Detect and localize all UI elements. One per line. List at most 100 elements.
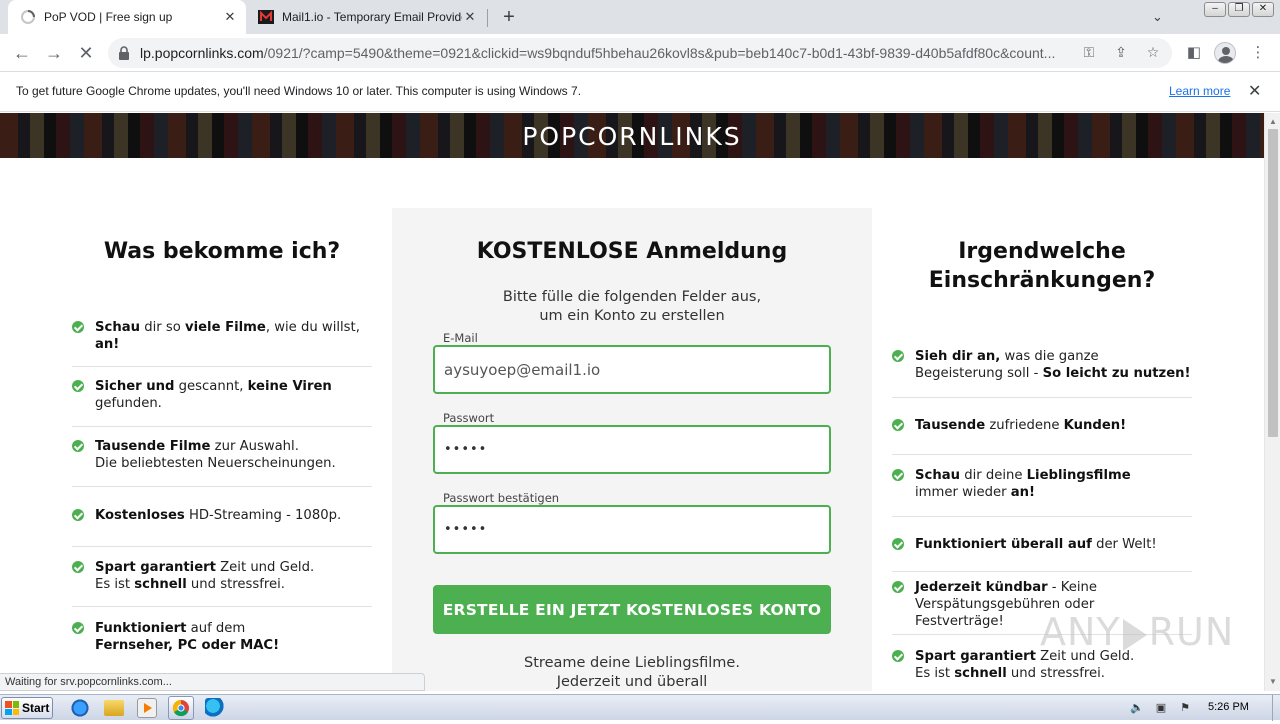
email-label: E-Mail — [443, 331, 478, 345]
tab-close-icon[interactable]: ✕ — [222, 9, 238, 25]
url-text: lp.popcornlinks.com/0921/?camp=5490&them… — [140, 45, 1056, 61]
page-viewport: POPCORNLINKS Was bekomme ich? Schau dir … — [0, 113, 1264, 691]
tab-separator — [487, 9, 488, 27]
check-circle-icon — [72, 509, 84, 521]
windows-taskbar: Start 🔈 ▣ ⚑ 5:26 PM — [0, 694, 1280, 721]
tab-title: Mail1.io - Temporary Email Provider — [282, 10, 462, 24]
browser-toolbar: ← → ✕ lp.popcornlinks.com/0921/?camp=549… — [0, 34, 1280, 72]
feature-text: Kostenloses HD-Streaming - 1080p. — [95, 508, 342, 523]
signup-form: KOSTENLOSE Anmeldung Bitte fülle die fol… — [392, 208, 872, 691]
left-column-title: Was bekomme ich? — [103, 239, 341, 264]
page-scrollbar[interactable]: ▲ ▼ — [1264, 113, 1280, 691]
signup-footer: Streame deine Lieblingsfilme. Jederzeit u… — [524, 655, 740, 690]
signup-title: KOSTENLOSE Anmeldung — [476, 239, 788, 264]
forward-icon[interactable]: → — [43, 42, 65, 64]
feature-item: Tausende zufriedene Kunden! — [892, 417, 1192, 455]
anyrun-watermark: ANY RUN — [1040, 610, 1235, 654]
check-circle-icon — [72, 321, 84, 333]
check-circle-icon — [72, 561, 84, 573]
chrome-taskbar-button[interactable] — [168, 696, 194, 720]
feature-item: Funktioniert überall auf der Welt! — [892, 536, 1192, 572]
window-controls: – ❐ ✕ — [1204, 2, 1274, 17]
scroll-thumb[interactable] — [1268, 129, 1278, 437]
feature-item: Spart garantiert Zeit und Geld. Es ist sc… — [72, 559, 372, 607]
feature-text: Sicher und gescannt, keine Viren gefunden… — [95, 379, 332, 411]
tab-popvod[interactable]: PoP VOD | Free sign up ✕ — [8, 0, 246, 34]
profile-avatar-icon[interactable] — [1214, 42, 1236, 64]
check-circle-icon — [892, 469, 904, 481]
scroll-down-icon[interactable]: ▼ — [1269, 677, 1277, 686]
confirm-password-field[interactable]: ••••• — [433, 505, 831, 554]
system-tray: 🔈 ▣ ⚑ 5:26 PM — [1122, 695, 1280, 721]
check-circle-icon — [72, 380, 84, 392]
feature-text: Tausende Filme zur Auswahl. Die beliebtes… — [95, 439, 336, 471]
feature-item: Kostenloses HD-Streaming - 1080p. — [72, 507, 372, 547]
right-column-title: Irgendwelche Einschränkungen? — [928, 239, 1156, 293]
key-icon[interactable]: ⚿ — [1080, 44, 1098, 62]
loading-spinner-icon — [21, 10, 35, 24]
scroll-up-icon[interactable]: ▲ — [1269, 117, 1277, 126]
tab-search-chevron-icon[interactable]: ⌄ — [1152, 9, 1163, 25]
side-panel-icon[interactable]: ◧ — [1184, 43, 1204, 63]
show-desktop-button[interactable] — [1272, 695, 1280, 721]
feature-text: Funktioniert auf dem Fernseher, PC oder M… — [95, 621, 280, 653]
check-circle-icon — [892, 581, 904, 593]
feature-text: Sieh dir an, was die ganze Begeisterung s… — [915, 349, 1191, 381]
edge-icon[interactable] — [205, 698, 225, 718]
taskbar-clock[interactable]: 5:26 PM — [1208, 701, 1249, 713]
start-label: Start — [22, 701, 50, 715]
check-circle-icon — [892, 350, 904, 362]
signup-subtitle: Bitte fülle die folgenden Felder aus, um … — [502, 289, 762, 324]
new-tab-icon[interactable]: + — [498, 7, 520, 29]
explorer-folder-icon[interactable] — [104, 700, 124, 716]
infobar-close-icon[interactable]: ✕ — [1248, 81, 1261, 101]
feature-text: Schau dir so viele Filme, wie du willst,… — [95, 320, 360, 352]
check-circle-icon — [72, 622, 84, 634]
email-field[interactable]: aysuyoep@email1.io — [433, 345, 831, 394]
restore-icon[interactable]: ❐ — [1228, 2, 1250, 17]
chrome-icon — [172, 699, 189, 717]
feature-item: Spart garantiert Zeit und Geld. Es ist sc… — [892, 648, 1192, 691]
feature-text: Funktioniert überall auf der Welt! — [915, 537, 1157, 552]
feature-item: Schau dir deine Lieblingsfilme immer wied… — [892, 467, 1192, 517]
feature-text: Spart garantiert Zeit und Geld. Es ist sc… — [95, 560, 315, 592]
menu-kebab-icon[interactable]: ⋮ — [1248, 43, 1268, 63]
status-bubble: Waiting for srv.popcornlinks.com... — [0, 673, 425, 691]
feature-text: Schau dir deine Lieblingsfilme immer wied… — [915, 468, 1131, 500]
tab-close-icon[interactable]: ✕ — [462, 9, 478, 25]
address-bar[interactable]: lp.popcornlinks.com/0921/?camp=5490&them… — [108, 38, 1172, 68]
check-circle-icon — [892, 419, 904, 431]
lock-icon[interactable] — [118, 46, 130, 60]
back-icon[interactable]: ← — [11, 42, 33, 64]
check-circle-icon — [72, 440, 84, 452]
window-close-icon[interactable]: ✕ — [1252, 2, 1274, 17]
mail1-favicon-icon — [258, 10, 274, 24]
popcornlinks-logo[interactable]: POPCORNLINKS — [0, 122, 1264, 151]
network-icon[interactable]: ▣ — [1154, 701, 1168, 715]
volume-icon[interactable]: 🔈 — [1130, 701, 1144, 715]
feature-item: Schau dir so viele Filme, wie du willst,… — [72, 319, 372, 367]
action-center-flag-icon[interactable]: ⚑ — [1178, 701, 1192, 715]
media-player-icon[interactable] — [137, 698, 157, 718]
feature-text: Tausende zufriedene Kunden! — [915, 418, 1127, 433]
stop-loading-icon[interactable]: ✕ — [75, 42, 97, 64]
update-infobar: To get future Google Chrome updates, you… — [0, 72, 1280, 112]
feature-item: Funktioniert auf dem Fernseher, PC oder M… — [72, 620, 372, 680]
check-circle-icon — [892, 538, 904, 550]
infobar-message: To get future Google Chrome updates, you… — [16, 84, 582, 98]
share-icon[interactable]: ⇪ — [1112, 44, 1130, 62]
windows-logo-icon — [5, 701, 19, 715]
bookmark-star-icon[interactable]: ☆ — [1144, 44, 1162, 62]
password-field[interactable]: ••••• — [433, 425, 831, 474]
tab-strip: PoP VOD | Free sign up ✕ Mail1.io - Temp… — [0, 0, 1280, 34]
minimize-icon[interactable]: – — [1204, 2, 1226, 17]
check-circle-icon — [892, 650, 904, 662]
start-button[interactable]: Start — [1, 697, 53, 719]
tab-mail1[interactable]: Mail1.io - Temporary Email Provider ✕ — [250, 0, 486, 34]
feature-item: Sicher und gescannt, keine Viren gefunden… — [72, 378, 372, 427]
ie-icon[interactable] — [70, 698, 90, 718]
tab-title: PoP VOD | Free sign up — [44, 10, 173, 24]
learn-more-link[interactable]: Learn more — [1169, 84, 1230, 98]
create-account-button[interactable]: ERSTELLE EIN JETZT KOSTENLOSES KONTO — [433, 585, 831, 634]
confirm-password-label: Passwort bestätigen — [443, 491, 560, 505]
